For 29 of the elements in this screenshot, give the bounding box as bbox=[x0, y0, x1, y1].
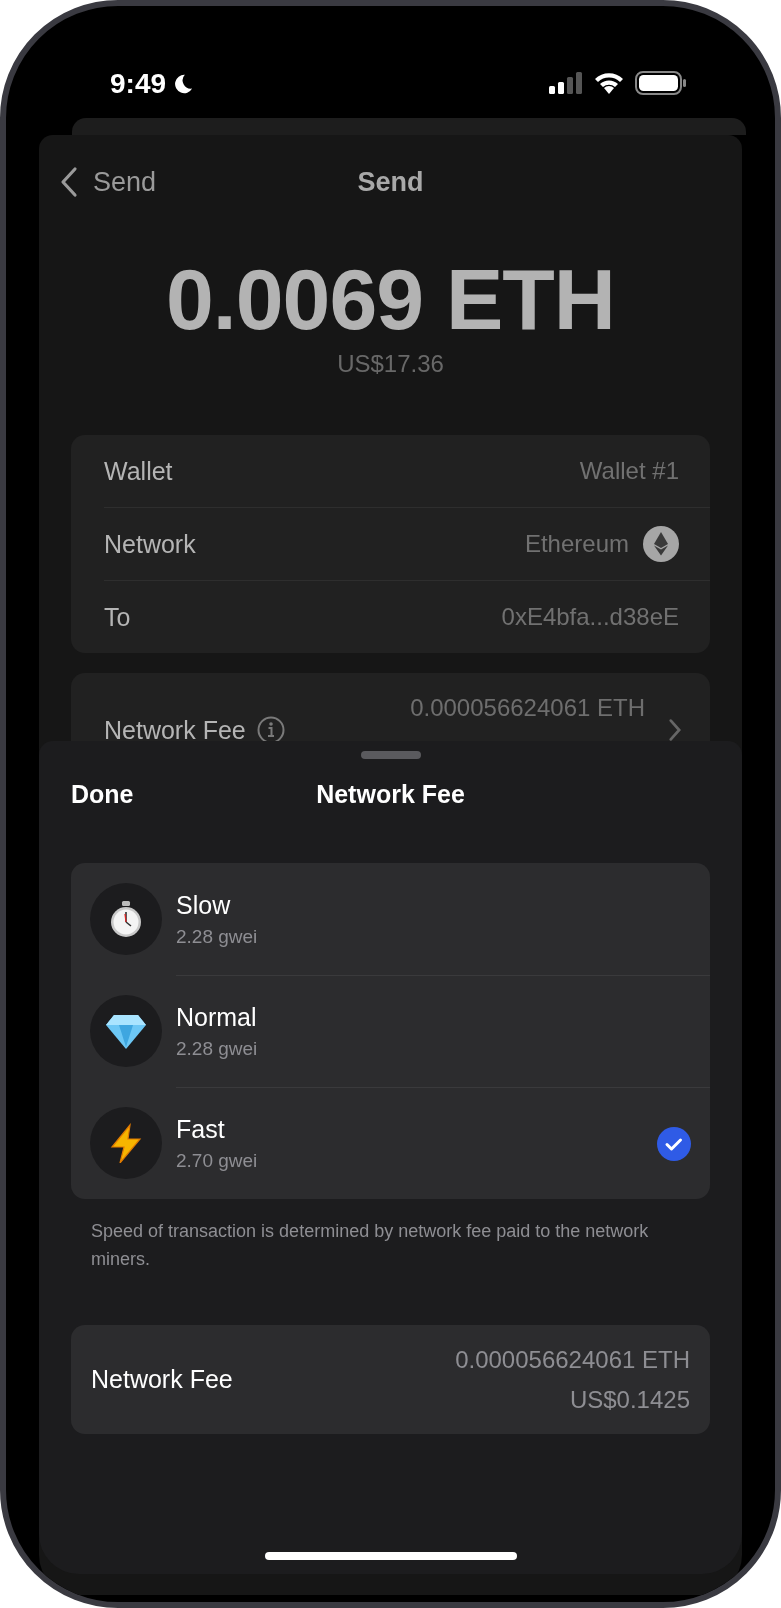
fiat-amount: US$17.36 bbox=[337, 349, 444, 379]
fee-amount: 0.000056624061 ETH bbox=[410, 693, 645, 723]
detail-value: 0xE4bfa...d38eE bbox=[501, 603, 679, 631]
fee-option[interactable]: Normal 2.28 gwei bbox=[71, 975, 710, 1087]
detail-label: To bbox=[104, 602, 132, 632]
page-title: Send bbox=[357, 166, 424, 198]
sheet-handle[interactable] bbox=[360, 751, 421, 759]
detail-label: Wallet bbox=[104, 456, 174, 486]
fee-option[interactable]: Fast 2.70 gwei bbox=[71, 1087, 710, 1199]
status-time: 9:49 bbox=[110, 68, 167, 100]
wifi-icon bbox=[593, 71, 625, 95]
detail-value: Ethereum bbox=[524, 530, 629, 558]
done-button[interactable]: Done bbox=[71, 779, 134, 809]
back-button[interactable]: Send bbox=[59, 166, 157, 198]
fee-label: Network Fee bbox=[91, 1365, 234, 1394]
fee-label: Network Fee bbox=[104, 715, 246, 745]
detail-label: Network bbox=[104, 529, 197, 559]
fee-note: Speed of transaction is determined by network fee paid to the network miners. bbox=[91, 1220, 650, 1271]
back-chevron-icon bbox=[59, 166, 79, 198]
ethereum-icon bbox=[643, 526, 679, 562]
detail-value: Wallet #1 bbox=[579, 457, 679, 485]
signal-icon bbox=[549, 71, 583, 95]
sheet-title: Network Fee bbox=[316, 779, 465, 809]
battery-icon bbox=[635, 70, 687, 96]
amount: 0.0069 ETH bbox=[166, 250, 615, 349]
fee-fiat: US$0.1425 bbox=[569, 1384, 690, 1415]
fee-amount: 0.000056624061 ETH bbox=[455, 1344, 690, 1375]
chevron-icon bbox=[669, 719, 681, 741]
fee-option[interactable]: Slow 2.28 gwei bbox=[71, 863, 710, 975]
